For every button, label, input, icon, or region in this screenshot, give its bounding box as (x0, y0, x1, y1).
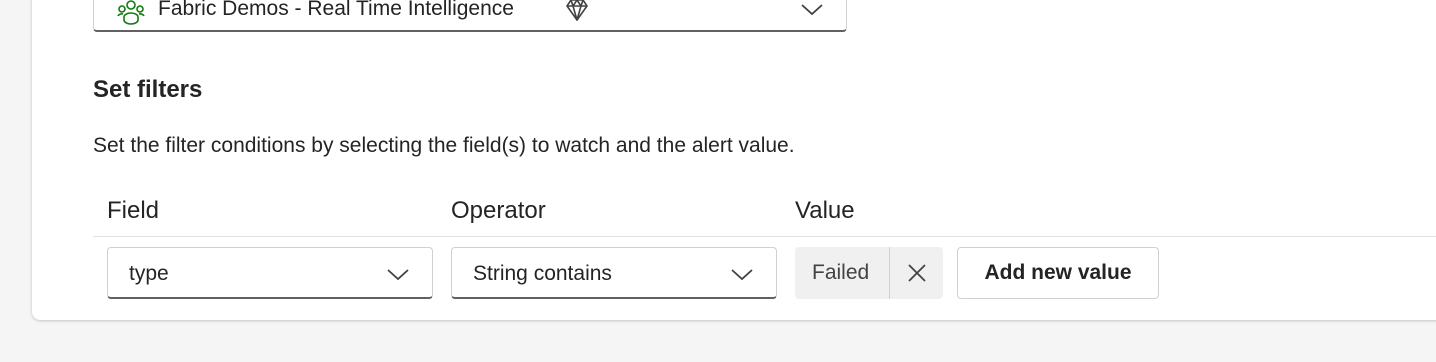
chevron-down-icon (386, 264, 410, 284)
field-dropdown[interactable]: type (107, 247, 433, 299)
field-dropdown-value: type (129, 262, 169, 285)
header-divider (93, 236, 1436, 237)
value-tag: Failed (795, 247, 943, 299)
alert-settings-panel: Fabric Demos - Real Time Intelligence Se… (32, 0, 1436, 320)
tag-separator (889, 247, 890, 299)
set-filters-description: Set the filter conditions by selecting t… (93, 134, 795, 157)
chevron-down-icon (800, 0, 824, 19)
close-icon (908, 264, 926, 282)
workspace-dropdown[interactable]: Fabric Demos - Real Time Intelligence (93, 0, 847, 32)
workspace-name: Fabric Demos - Real Time Intelligence (158, 0, 514, 20)
operator-column-header: Operator (451, 197, 546, 224)
set-filters-heading: Set filters (93, 76, 203, 103)
premium-diamond-icon (564, 0, 590, 23)
workspace-people-icon (116, 0, 146, 27)
value-column-header: Value (795, 197, 855, 224)
add-new-value-button[interactable]: Add new value (957, 247, 1159, 299)
remove-value-button[interactable] (891, 247, 943, 299)
operator-dropdown[interactable]: String contains (451, 247, 777, 299)
chevron-down-icon (730, 264, 754, 284)
value-tag-label: Failed (812, 261, 870, 284)
field-column-header: Field (107, 197, 160, 224)
operator-dropdown-value: String contains (473, 262, 612, 285)
